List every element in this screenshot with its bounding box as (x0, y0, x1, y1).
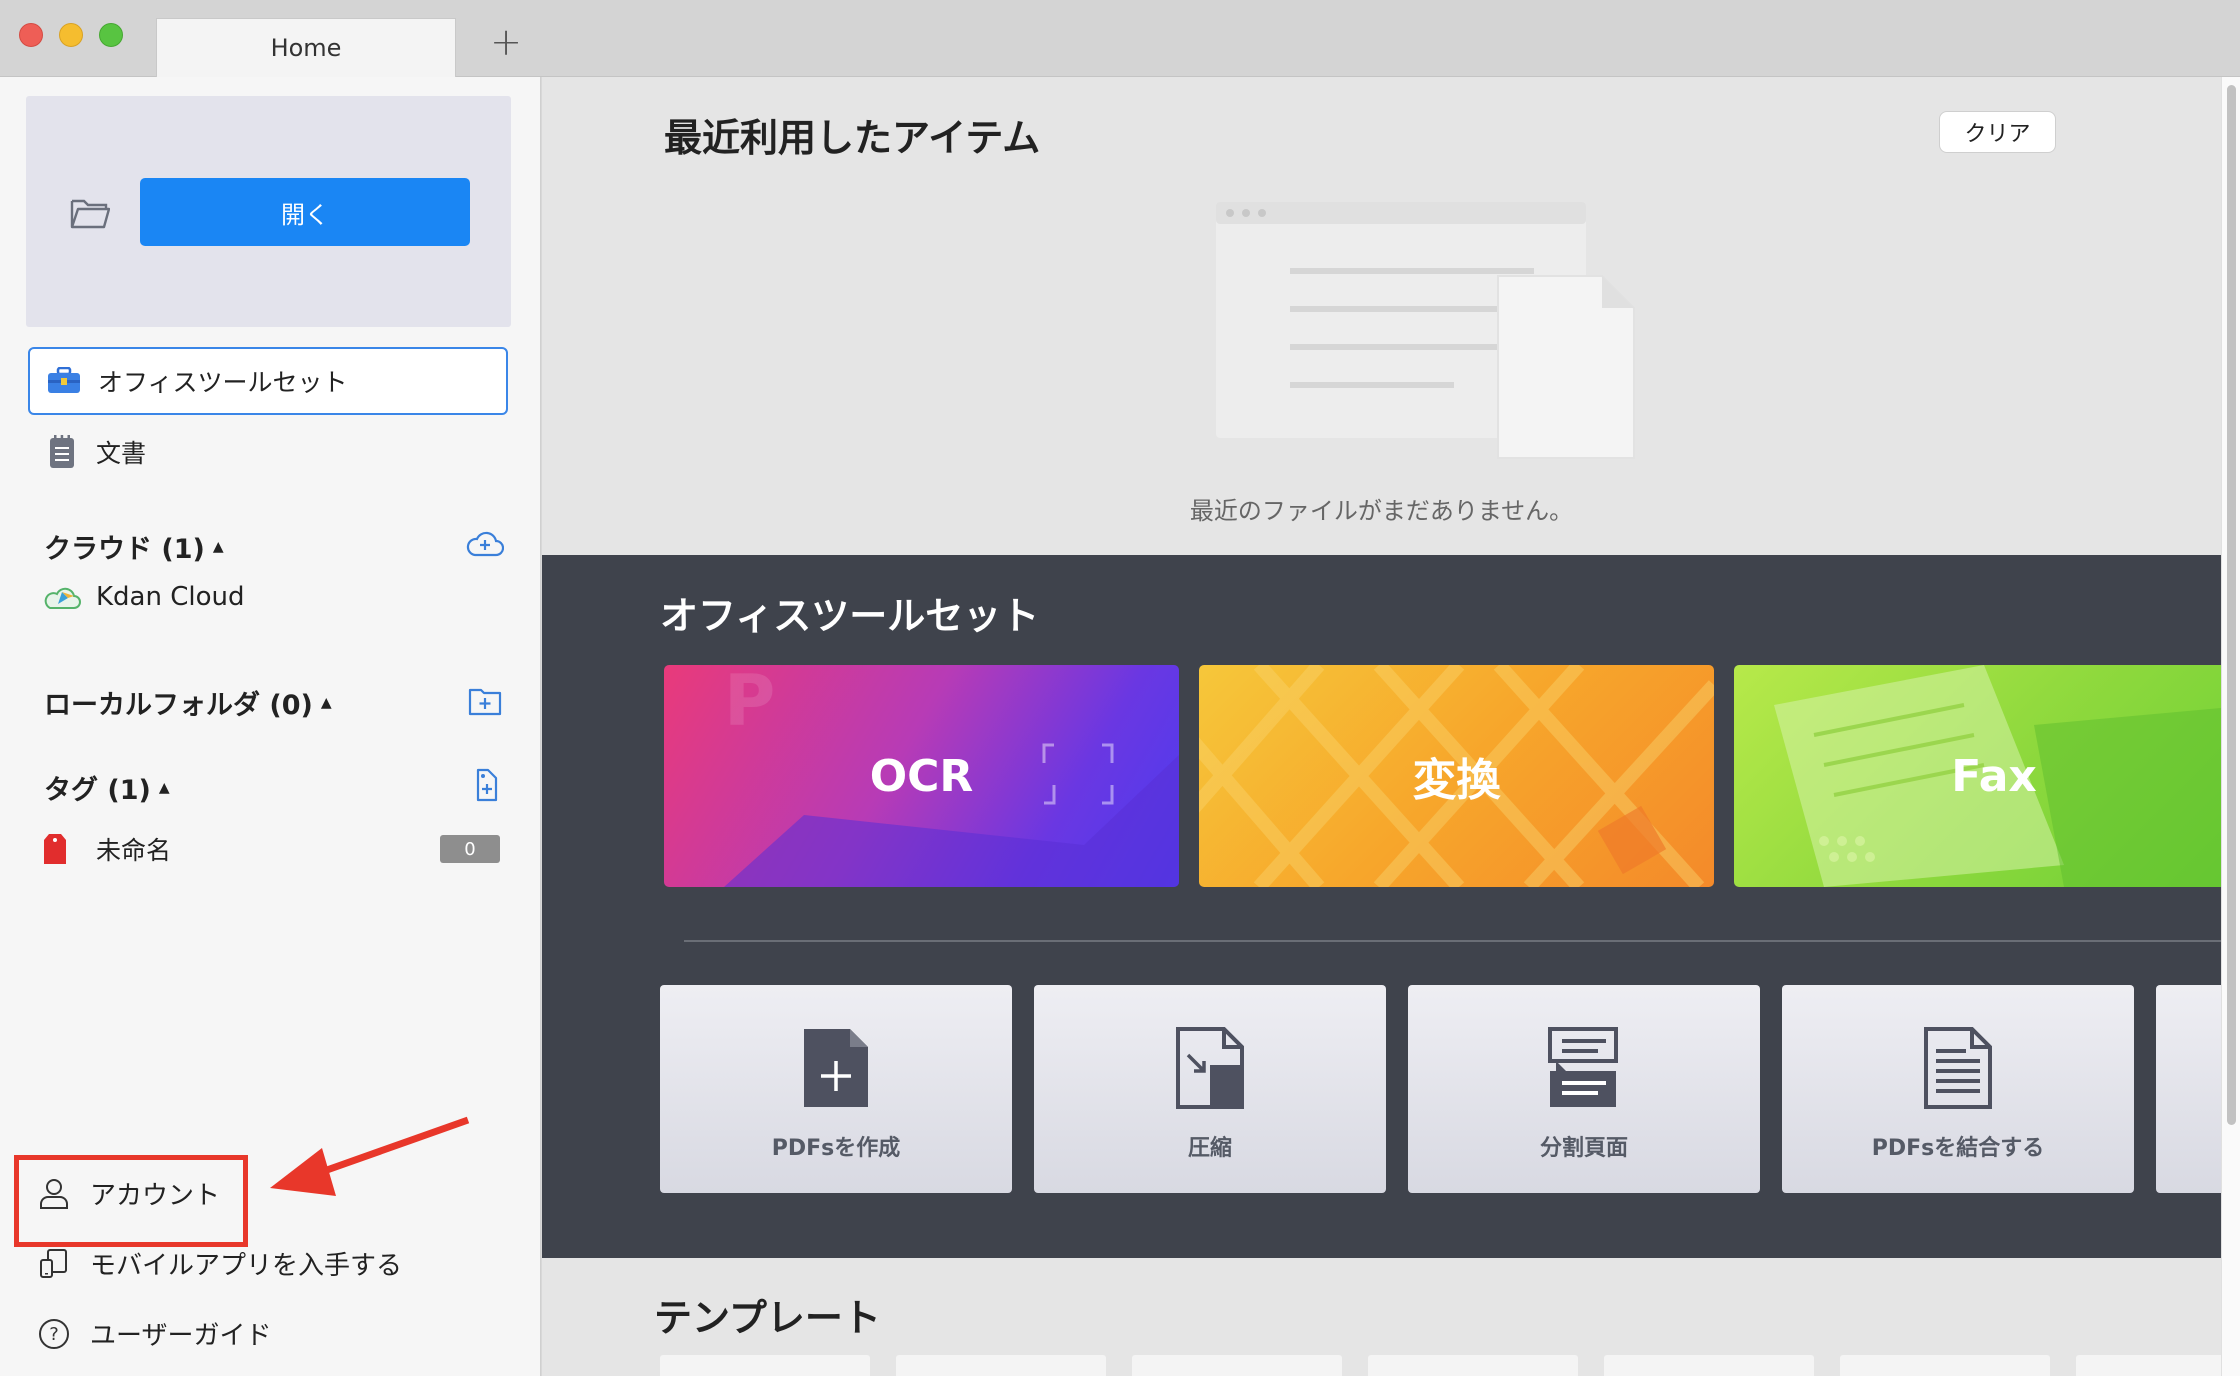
cloud-section-header[interactable]: クラウド (1) ▲ (44, 527, 224, 566)
merge-pdf-icon (1924, 1027, 1992, 1109)
office-toolset-title: オフィスツールセット (660, 594, 1040, 638)
document-icon (44, 434, 80, 470)
create-pdf-tool-card[interactable]: PDFsを作成 (660, 985, 1012, 1193)
annotation-highlight-box (14, 1155, 248, 1247)
template-card[interactable] (1840, 1355, 2050, 1376)
open-file-panel: 開く (26, 96, 511, 327)
mobile-app-label: モバイルアプリを入手する (90, 1251, 403, 1281)
sidebar-item-documents[interactable]: 文書 (28, 418, 508, 486)
compress-label: 圧縮 (1187, 1136, 1232, 1161)
split-page-icon (1548, 1027, 1618, 1107)
template-card[interactable] (1368, 1355, 1578, 1376)
clear-button[interactable]: クリア (1939, 111, 2056, 153)
tag-item-label: 未命名 (96, 836, 172, 865)
tags-section-header[interactable]: タグ (1) ▲ (44, 768, 170, 807)
open-button[interactable]: 開く (140, 178, 470, 246)
template-card[interactable] (1132, 1355, 1342, 1376)
cloud-item-label: Kdan Cloud (96, 582, 245, 612)
add-folder-button[interactable] (466, 682, 504, 720)
collapse-triangle-icon[interactable]: ▲ (159, 780, 170, 796)
cloud-item-kdan[interactable]: Kdan Cloud (42, 582, 245, 612)
toolset-divider (684, 940, 2221, 942)
svg-text:?: ? (49, 1324, 59, 1345)
tag-item-unnamed[interactable]: 未命名 0 (44, 831, 500, 867)
create-pdf-icon (804, 1029, 868, 1107)
new-tab-button[interactable]: + (486, 20, 526, 64)
tab-home[interactable]: Home (156, 18, 456, 77)
split-page-label: 分割頁面 (1539, 1136, 1628, 1161)
ocr-tool-label: OCR (869, 750, 974, 802)
zoom-window-button[interactable] (99, 23, 123, 47)
fax-tool-card[interactable]: Fax (1734, 665, 2221, 887)
compress-icon (1176, 1027, 1244, 1109)
folder-open-icon (70, 195, 111, 231)
collapse-triangle-icon[interactable]: ▲ (213, 539, 224, 555)
local-folder-section-header[interactable]: ローカルフォルダ (0) ▲ (44, 683, 332, 722)
local-folder-section-title: ローカルフォルダ (0) (44, 690, 313, 721)
main-scrollbar[interactable] (2221, 77, 2240, 1376)
template-card[interactable] (896, 1355, 1106, 1376)
help-icon: ? (36, 1316, 72, 1352)
convert-tool-label: 変換 (1412, 755, 1501, 806)
more-tool-card[interactable] (2156, 985, 2221, 1193)
kdan-cloud-icon (42, 582, 82, 612)
get-mobile-app-link[interactable]: モバイルアプリを入手する (36, 1245, 402, 1282)
template-card[interactable] (660, 1355, 870, 1376)
mobile-app-icon (36, 1246, 72, 1282)
add-cloud-button[interactable] (466, 525, 504, 563)
create-pdf-label: PDFsを作成 (771, 1136, 901, 1161)
empty-recent-message: 最近のファイルがまだありません。 (1189, 497, 1574, 525)
fax-tool-label: Fax (1951, 750, 2037, 802)
template-card[interactable] (1604, 1355, 1814, 1376)
close-window-button[interactable] (19, 23, 43, 47)
merge-pdf-label: PDFsを結合する (1871, 1136, 2045, 1161)
tags-section-title: タグ (1) (44, 775, 151, 806)
annotation-arrow-icon (270, 1116, 470, 1196)
add-tag-button[interactable] (466, 766, 504, 804)
templates-title: テンプレート (654, 1296, 881, 1340)
ocr-tool-card[interactable]: P OCR (664, 665, 1179, 887)
template-card[interactable] (2076, 1355, 2221, 1376)
cloud-section-title: クラウド (1) (44, 534, 205, 565)
collapse-triangle-icon[interactable]: ▲ (321, 695, 332, 711)
tag-count-badge: 0 (440, 835, 500, 863)
recent-items-title: 最近利用したアイテム (664, 116, 1041, 160)
tag-icon (44, 834, 66, 864)
title-bar: Home + (0, 0, 2240, 77)
user-guide-label: ユーザーガイド (90, 1321, 272, 1351)
toolbox-icon (46, 363, 82, 399)
user-guide-link[interactable]: ? ユーザーガイド (36, 1315, 271, 1352)
compress-tool-card[interactable]: 圧縮 (1034, 985, 1386, 1193)
svg-text:P: P (724, 665, 775, 742)
scrollbar-thumb[interactable] (2227, 85, 2236, 1125)
minimize-window-button[interactable] (59, 23, 83, 47)
sidebar-item-label: 文書 (96, 439, 147, 468)
sidebar-item-office-toolset[interactable]: オフィスツールセット (28, 347, 508, 415)
convert-tool-card[interactable]: 変換 (1199, 665, 1714, 887)
office-toolset-section: オフィスツールセット P OCR 変換 Fax PDFsを作成 圧縮 分割頁面 … (542, 555, 2221, 1258)
split-page-tool-card[interactable]: 分割頁面 (1408, 985, 1760, 1193)
empty-recent-illustration (1216, 202, 1635, 459)
merge-pdf-tool-card[interactable]: PDFsを結合する (1782, 985, 2134, 1193)
sidebar-item-label: オフィスツールセット (98, 368, 348, 397)
main-content: 最近利用したアイテム クリア 最近のファイルがまだありません。 オフィスツールセ… (542, 77, 2221, 1376)
